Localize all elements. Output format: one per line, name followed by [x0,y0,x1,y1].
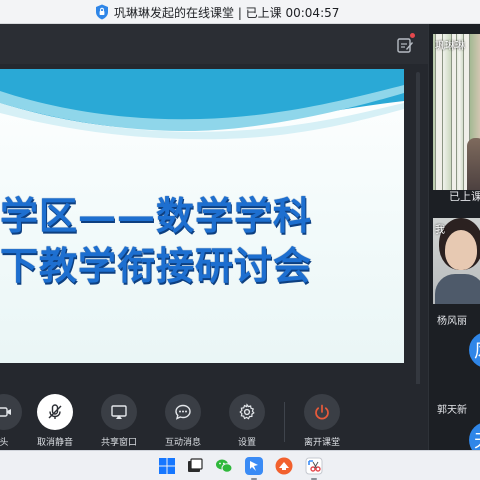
share-window-button-label: 共享窗口 [100,438,137,448]
slide-title-line1: 学区——数学学科 [0,193,313,238]
slide-title-line2: 下教学衔接研讨会 [0,243,313,288]
settings-button-label: 设置 [237,438,256,448]
notes-icon[interactable] [396,36,414,54]
participant-panel: 巩琳琳 已上课 我 杨风丽 风 郭天新 天 [428,24,480,450]
dingtalk-icon[interactable] [244,456,264,476]
shared-slide: 学区——数学学科 下教学衔接研讨会 [0,69,404,363]
classroom-toolbar: 头 取消静音 共享窗口 互动消息 设置 离开课堂 [0,384,428,450]
unmute-button[interactable]: 取消静音 [27,394,83,448]
desktop-icon[interactable] [185,456,205,476]
participant-name: 杨风丽 [437,316,467,327]
window-title-bar: 巩琳琳发起的在线课堂 | 已上课 00:04:57 [0,0,480,24]
app-orange-icon[interactable] [274,456,294,476]
unmute-button-label: 取消静音 [36,438,73,448]
host-figure [467,138,480,190]
video-background [435,34,443,190]
chat-button[interactable]: 互动消息 [155,394,211,448]
settings-button[interactable]: 设置 [219,394,275,448]
toolbar-divider [284,402,285,442]
self-name: 我 [435,225,445,236]
participant-avatar[interactable]: 天 [469,422,480,450]
slide-wave-decoration [0,69,404,140]
windows-taskbar [0,450,480,480]
power-icon [304,394,340,430]
chat-button-label: 互动消息 [164,438,201,448]
self-figure [445,230,477,270]
shield-lock-icon [96,4,108,20]
notification-dot [410,33,415,38]
chat-icon [165,394,201,430]
video-background [451,34,457,190]
host-video[interactable] [433,34,480,190]
stage-scrollbar[interactable] [416,72,420,402]
participant-avatar[interactable]: 风 [469,332,480,368]
main-stage: 学区——数学学科 下教学衔接研讨会 头 取消静音 共享窗口 互动消息 设置 离开… [0,24,428,450]
participant-name: 郭天新 [437,405,467,416]
class-status: 已上课 [449,190,480,203]
screen-share-icon [101,394,137,430]
host-name: 巩琳琳 [435,41,465,52]
window-title: 巩琳琳发起的在线课堂 | 已上课 00:04:57 [114,5,340,20]
snipping-tool-icon[interactable] [304,456,324,476]
app-root: 巩琳琳发起的在线课堂 | 已上课 00:04:57 学区——数学学科 下教学衔接… [0,0,480,480]
share-window-button[interactable]: 共享窗口 [91,394,147,448]
mic-muted-icon [37,394,73,430]
camera-icon [0,394,22,430]
leave-class-button[interactable]: 离开课堂 [294,394,350,448]
wechat-icon[interactable] [214,456,234,476]
leave-class-button-label: 离开课堂 [303,438,340,448]
gear-icon [229,394,265,430]
self-figure-body [435,274,480,304]
windows-start-icon[interactable] [157,456,177,476]
stage-top-strip [0,24,428,64]
